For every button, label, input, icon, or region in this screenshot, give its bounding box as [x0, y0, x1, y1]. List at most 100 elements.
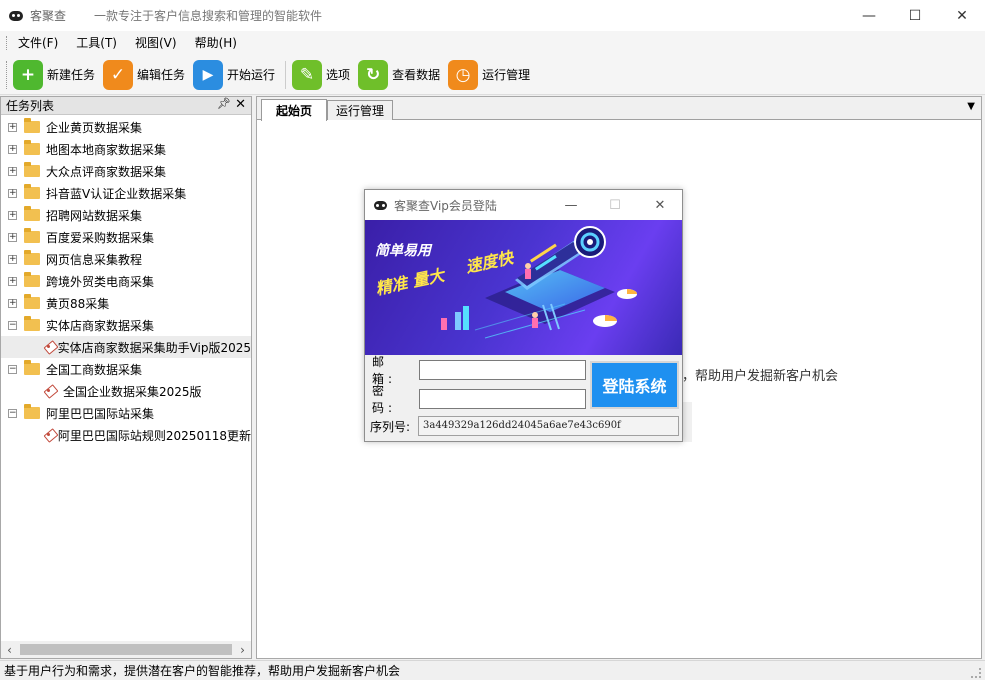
expand-icon[interactable]: + — [8, 122, 17, 132]
dialog-logo-icon — [374, 200, 387, 210]
start-page-strip — [682, 402, 692, 442]
start-run-label: 开始运行 — [227, 68, 276, 82]
app-name: 客聚查 — [30, 9, 67, 23]
menu-view[interactable]: 视图(V) — [126, 31, 186, 55]
folder-icon — [24, 184, 40, 199]
wrench-icon: ✎ — [292, 59, 323, 90]
expand-icon[interactable]: + — [8, 144, 17, 154]
start-run-button[interactable]: ▶ 开始运行 — [193, 58, 275, 92]
options-label: 选项 — [326, 68, 351, 82]
tree-folder[interactable]: + 百度爱采购数据采集 — [1, 226, 251, 248]
tree-label: 阿里巴巴国际站采集 — [46, 406, 155, 421]
tree-task-item[interactable]: 阿里巴巴国际站规则20250118更新 — [1, 424, 251, 446]
collapse-icon[interactable]: − — [8, 408, 17, 418]
folder-icon — [24, 360, 40, 375]
folder-icon — [24, 140, 40, 155]
folder-icon — [24, 250, 40, 265]
expand-icon[interactable]: + — [8, 276, 17, 286]
serial-field[interactable]: 3a449329a126dd24045a6ae7e43c690f — [418, 416, 679, 436]
scroll-left-icon[interactable]: ‹ — [1, 643, 18, 657]
tab-dropdown-icon[interactable]: ▼ — [967, 101, 975, 112]
view-data-button[interactable]: ↻ 查看数据 — [358, 58, 440, 92]
dialog-maximize-button[interactable]: ☐ — [595, 190, 635, 220]
tree-label: 全国工商数据采集 — [46, 362, 143, 377]
expand-icon[interactable]: + — [8, 166, 17, 176]
check-icon: ✓ — [103, 59, 134, 90]
folder-icon — [24, 162, 40, 177]
tree-folder[interactable]: + 跨境外贸类电商采集 — [1, 270, 251, 292]
folder-icon — [24, 316, 40, 331]
dialog-title-bar: 客聚查Vip会员登陆 — ☐ ✕ — [365, 190, 682, 220]
resize-grip-icon[interactable] — [971, 668, 981, 678]
tree-folder[interactable]: + 黄页88采集 — [1, 292, 251, 314]
scroll-right-icon[interactable]: › — [234, 643, 251, 657]
tree-folder[interactable]: + 招聘网站数据采集 — [1, 204, 251, 226]
menu-bar: 文件(F) 工具(T) 视图(V) 帮助(H) — [0, 31, 985, 55]
tab-run-manage[interactable]: 运行管理 — [327, 100, 393, 120]
clock-icon: ◷ — [448, 59, 479, 90]
tree-folder[interactable]: − 实体店商家数据采集 — [1, 314, 251, 336]
task-list-title: 任务列表 — [6, 99, 55, 113]
password-label: 密 码: — [372, 384, 397, 415]
tree-label: 阿里巴巴国际站规则20250118更新 — [57, 428, 251, 443]
tree-folder[interactable]: + 企业黄页数据采集 — [1, 116, 251, 138]
tree-task-item[interactable]: 全国企业数据采集2025版 — [1, 380, 251, 402]
tree-label: 招聘网站数据采集 — [46, 208, 143, 223]
minimize-button[interactable]: — — [846, 0, 892, 31]
run-manage-button[interactable]: ◷ 运行管理 — [448, 58, 530, 92]
toolbar: + 新建任务 ✓ 编辑任务 ▶ 开始运行 ✎ 选项 ↻ 查看数据 ◷ 运行管理 — [0, 55, 985, 95]
toolbar-grip — [6, 60, 9, 89]
email-field[interactable] — [419, 360, 586, 380]
dialog-close-button[interactable]: ✕ — [640, 190, 680, 220]
promo-banner: 简单易用 精准 量大 速度快 — [365, 220, 682, 355]
tree-label: 企业黄页数据采集 — [46, 120, 143, 135]
tree-label: 网页信息采集教程 — [46, 252, 143, 267]
menu-tools[interactable]: 工具(T) — [67, 31, 126, 55]
tree-folder[interactable]: − 全国工商数据采集 — [1, 358, 251, 380]
new-task-label: 新建任务 — [47, 68, 96, 82]
password-field[interactable] — [419, 389, 586, 409]
serial-label: 序列号: — [370, 420, 411, 434]
play-icon: ▶ — [193, 59, 224, 90]
plus-icon: + — [13, 59, 43, 90]
status-text: 基于用户行为和需求，提供潜在客户的智能推荐，帮助用户发掘新客户机会 — [4, 664, 401, 678]
tree-folder[interactable]: + 地图本地商家数据采集 — [1, 138, 251, 160]
horizontal-scrollbar[interactable]: ‹ › — [1, 641, 251, 658]
expand-icon[interactable]: + — [8, 188, 17, 198]
tree-label: 百度爱采购数据采集 — [46, 230, 155, 245]
tree-task-item[interactable]: 实体店商家数据采集助手Vip版2025 — [1, 336, 251, 358]
panel-close-icon[interactable]: ✕ — [235, 97, 246, 112]
tree-folder[interactable]: + 大众点评商家数据采集 — [1, 160, 251, 182]
options-button[interactable]: ✎ 选项 — [292, 58, 350, 92]
maximize-button[interactable]: ☐ — [892, 0, 938, 31]
expand-icon[interactable]: + — [8, 254, 17, 264]
pin-icon[interactable]: 📌︎ — [217, 97, 231, 110]
task-list-panel: 任务列表 📌︎ ✕ + 企业黄页数据采集 + 地图本地商家数据采集 + 大众点评商家数… — [0, 96, 252, 659]
task-tag-icon — [43, 428, 52, 442]
tab-start-page[interactable]: 起始页 — [261, 99, 327, 121]
tree-label: 抖音蓝V认证企业数据采集 — [46, 186, 187, 201]
tree-folder[interactable]: − 阿里巴巴国际站采集 — [1, 402, 251, 424]
edit-task-button[interactable]: ✓ 编辑任务 — [103, 58, 185, 92]
collapse-icon[interactable]: − — [8, 364, 17, 374]
collapse-icon[interactable]: − — [8, 320, 17, 330]
run-manage-label: 运行管理 — [482, 68, 531, 82]
tab-strip: 起始页 运行管理 ▼ — [257, 97, 981, 121]
tree-folder[interactable]: + 网页信息采集教程 — [1, 248, 251, 270]
tree-folder[interactable]: + 抖音蓝V认证企业数据采集 — [1, 182, 251, 204]
dialog-minimize-button[interactable]: — — [551, 190, 591, 220]
tree-label: 实体店商家数据采集 — [46, 318, 155, 333]
login-button[interactable]: 登陆系统 — [590, 361, 679, 409]
expand-icon[interactable]: + — [8, 232, 17, 242]
folder-icon — [24, 118, 40, 133]
banner-slogan-top: 简单易用 — [375, 243, 431, 259]
task-list-header: 任务列表 📌︎ ✕ — [1, 97, 251, 115]
scroll-thumb[interactable] — [20, 644, 232, 655]
app-logo-icon — [9, 10, 23, 21]
expand-icon[interactable]: + — [8, 210, 17, 220]
menu-help[interactable]: 帮助(H) — [186, 31, 246, 55]
new-task-button[interactable]: + 新建任务 — [13, 58, 95, 92]
menu-file[interactable]: 文件(F) — [9, 31, 67, 55]
expand-icon[interactable]: + — [8, 298, 17, 308]
close-button[interactable]: ✕ — [939, 0, 985, 31]
